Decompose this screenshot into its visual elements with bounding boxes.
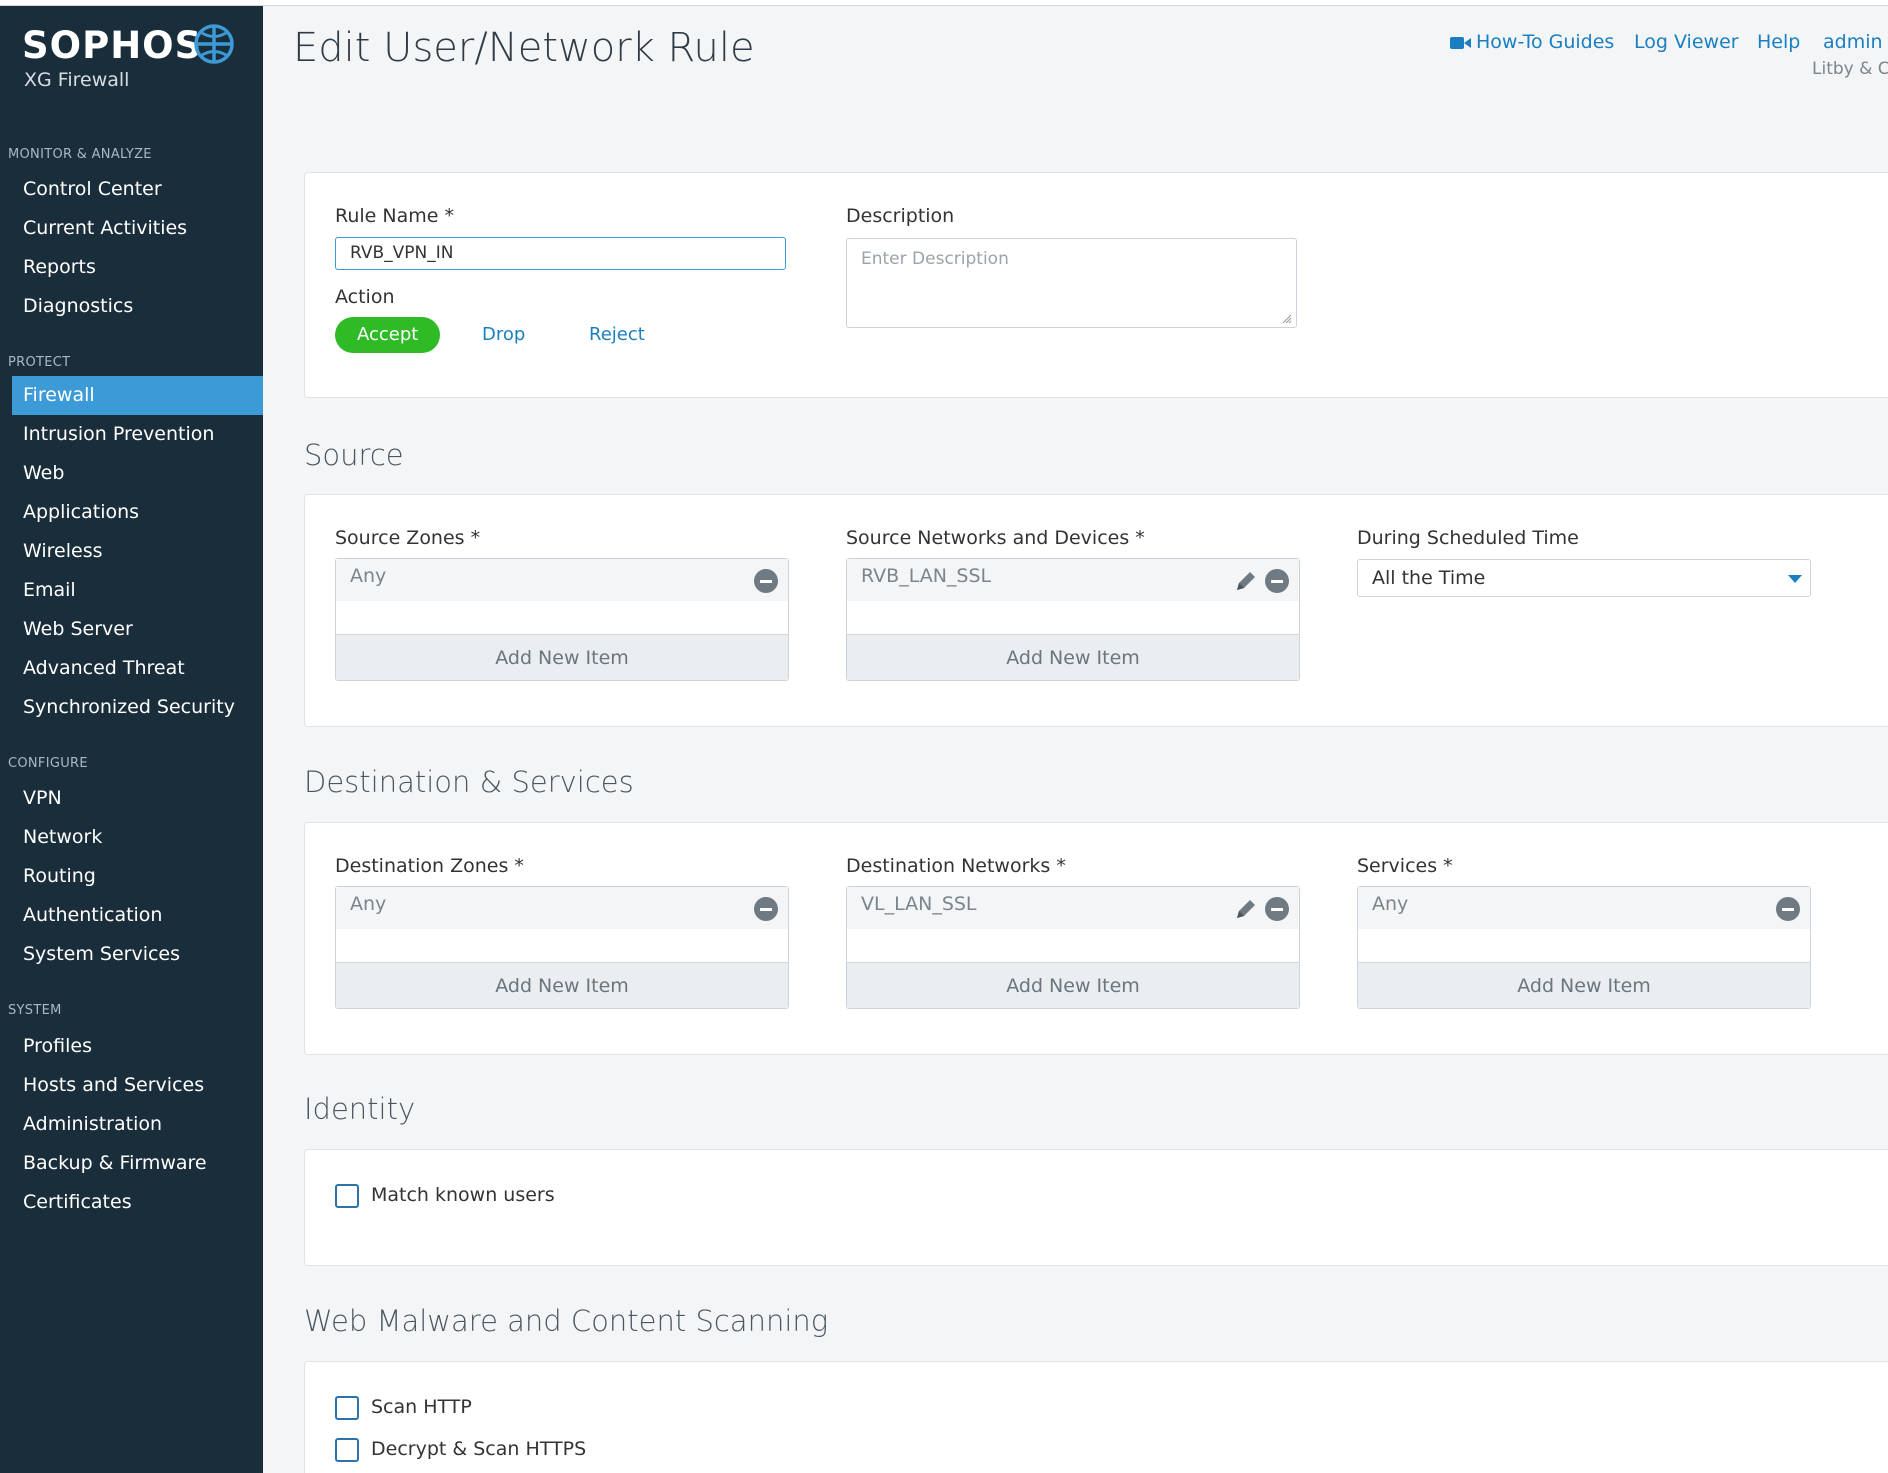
destination-zones-picker: Any Add New Item bbox=[335, 886, 789, 1009]
rule-panel: Rule Name * RVB_VPN_IN Action Accept Dro… bbox=[304, 172, 1888, 398]
scanning-panel: Scan HTTP Decrypt & Scan HTTPS bbox=[304, 1361, 1888, 1473]
sidebar-item-backup-firmware[interactable]: Backup & Firmware bbox=[12, 1144, 263, 1183]
sidebar-item-web[interactable]: Web bbox=[12, 454, 263, 493]
identity-panel: Match known users bbox=[304, 1149, 1888, 1266]
page-title: Edit User/Network Rule bbox=[293, 25, 755, 71]
pencil-icon[interactable] bbox=[1233, 896, 1259, 922]
description-placeholder: Enter Description bbox=[861, 249, 1009, 269]
sidebar-item-profiles[interactable]: Profiles bbox=[12, 1027, 263, 1066]
chevron-down-icon bbox=[1788, 575, 1802, 583]
sidebar-item-firewall[interactable]: Firewall bbox=[12, 376, 263, 415]
remove-icon[interactable] bbox=[1265, 569, 1289, 593]
source-section-title: Source bbox=[304, 438, 404, 472]
destination-networks-add-button[interactable]: Add New Item bbox=[847, 962, 1299, 1008]
sidebar-item-advanced-threat[interactable]: Advanced Threat bbox=[12, 649, 263, 688]
source-zones-add-button[interactable]: Add New Item bbox=[336, 634, 788, 680]
nav-section-system: SYSTEM bbox=[8, 1003, 62, 1018]
remove-icon[interactable] bbox=[1776, 897, 1800, 921]
sidebar-item-hosts-and-services[interactable]: Hosts and Services bbox=[12, 1066, 263, 1105]
scanning-section-title: Web Malware and Content Scanning bbox=[304, 1304, 829, 1338]
org-name: Litby & Co bbox=[1812, 59, 1888, 79]
sidebar-item-authentication[interactable]: Authentication bbox=[12, 896, 263, 935]
sidebar-item-routing[interactable]: Routing bbox=[12, 857, 263, 896]
reject-action-button[interactable]: Reject bbox=[589, 317, 645, 353]
source-zones-value: Any bbox=[336, 559, 788, 601]
nav-section-protect: PROTECT bbox=[8, 355, 71, 370]
sidebar-item-network[interactable]: Network bbox=[12, 818, 263, 857]
admin-user-menu[interactable]: admin bbox=[1823, 31, 1883, 53]
sidebar-item-control-center[interactable]: Control Center bbox=[12, 170, 263, 209]
destination-panel: Destination Zones * Any Add New Item Des… bbox=[304, 822, 1888, 1055]
source-panel: Source Zones * Any Add New Item Source N… bbox=[304, 494, 1888, 727]
sidebar-item-web-server[interactable]: Web Server bbox=[12, 610, 263, 649]
scan-https-checkbox[interactable] bbox=[335, 1438, 359, 1462]
scan-http-checkbox[interactable] bbox=[335, 1396, 359, 1420]
rule-name-input[interactable]: RVB_VPN_IN bbox=[335, 237, 786, 270]
match-known-users-label: Match known users bbox=[371, 1184, 555, 1206]
globe-icon bbox=[194, 24, 234, 64]
brand-logo-text: SOPHOS bbox=[22, 24, 203, 67]
log-viewer-link[interactable]: Log Viewer bbox=[1634, 31, 1739, 53]
sidebar-item-wireless[interactable]: Wireless bbox=[12, 532, 263, 571]
help-link[interactable]: Help bbox=[1757, 31, 1800, 53]
action-label: Action bbox=[335, 286, 395, 308]
sidebar-item-administration[interactable]: Administration bbox=[12, 1105, 263, 1144]
source-networks-label: Source Networks and Devices * bbox=[846, 527, 1145, 549]
sidebar-item-diagnostics[interactable]: Diagnostics bbox=[12, 287, 263, 326]
destination-zones-label: Destination Zones * bbox=[335, 855, 524, 877]
description-textarea[interactable]: Enter Description bbox=[846, 238, 1297, 328]
brand: SOPHOS XG Firewall bbox=[22, 24, 202, 91]
destination-zones-value: Any bbox=[336, 887, 788, 929]
sidebar-item-synchronized-security[interactable]: Synchronized Security bbox=[12, 688, 263, 727]
identity-section-title: Identity bbox=[304, 1092, 416, 1126]
services-add-button[interactable]: Add New Item bbox=[1358, 962, 1810, 1008]
services-value: Any bbox=[1358, 887, 1810, 929]
rule-name-label: Rule Name * bbox=[335, 205, 454, 227]
remove-icon[interactable] bbox=[754, 897, 778, 921]
sidebar-item-vpn[interactable]: VPN bbox=[12, 779, 263, 818]
resize-grip-icon[interactable] bbox=[1282, 314, 1292, 324]
sidebar-item-applications[interactable]: Applications bbox=[12, 493, 263, 532]
sidebar: SOPHOS XG Firewall MONITOR & ANALYZE Con… bbox=[0, 6, 263, 1473]
remove-icon[interactable] bbox=[754, 569, 778, 593]
sidebar-item-certificates[interactable]: Certificates bbox=[12, 1183, 263, 1222]
match-known-users-checkbox[interactable] bbox=[335, 1184, 359, 1208]
sidebar-item-email[interactable]: Email bbox=[12, 571, 263, 610]
sidebar-item-current-activities[interactable]: Current Activities bbox=[12, 209, 263, 248]
accept-action-button[interactable]: Accept bbox=[335, 317, 441, 353]
scan-https-label: Decrypt & Scan HTTPS bbox=[371, 1438, 587, 1460]
schedule-value: All the Time bbox=[1372, 567, 1486, 589]
source-networks-add-button[interactable]: Add New Item bbox=[847, 634, 1299, 680]
how-to-guides-link[interactable]: How-To Guides bbox=[1476, 31, 1614, 53]
nav-section-monitor: MONITOR & ANALYZE bbox=[8, 147, 152, 162]
scan-http-label: Scan HTTP bbox=[371, 1396, 472, 1418]
pencil-icon[interactable] bbox=[1233, 568, 1259, 594]
destination-networks-picker: VL_LAN_SSL Add New Item bbox=[846, 886, 1300, 1009]
services-label: Services * bbox=[1357, 855, 1453, 877]
drop-action-button[interactable]: Drop bbox=[482, 317, 525, 353]
video-camera-icon[interactable] bbox=[1450, 35, 1472, 51]
services-picker: Any Add New Item bbox=[1357, 886, 1811, 1009]
description-label: Description bbox=[846, 205, 955, 227]
source-networks-picker: RVB_LAN_SSL Add New Item bbox=[846, 558, 1300, 681]
product-name: XG Firewall bbox=[24, 69, 130, 91]
remove-icon[interactable] bbox=[1265, 897, 1289, 921]
schedule-label: During Scheduled Time bbox=[1357, 527, 1579, 549]
sidebar-item-intrusion-prevention[interactable]: Intrusion Prevention bbox=[12, 415, 263, 454]
sidebar-item-system-services[interactable]: System Services bbox=[12, 935, 263, 974]
source-zones-picker: Any Add New Item bbox=[335, 558, 789, 681]
destination-networks-value: VL_LAN_SSL bbox=[847, 887, 1299, 929]
source-zones-label: Source Zones * bbox=[335, 527, 481, 549]
top-bar bbox=[0, 0, 1888, 6]
sidebar-item-reports[interactable]: Reports bbox=[12, 248, 263, 287]
destination-networks-label: Destination Networks * bbox=[846, 855, 1066, 877]
destination-section-title: Destination & Services bbox=[304, 765, 634, 799]
nav-section-configure: CONFIGURE bbox=[8, 756, 88, 771]
source-networks-value: RVB_LAN_SSL bbox=[847, 559, 1299, 601]
schedule-select[interactable]: All the Time bbox=[1357, 559, 1811, 597]
destination-zones-add-button[interactable]: Add New Item bbox=[336, 962, 788, 1008]
